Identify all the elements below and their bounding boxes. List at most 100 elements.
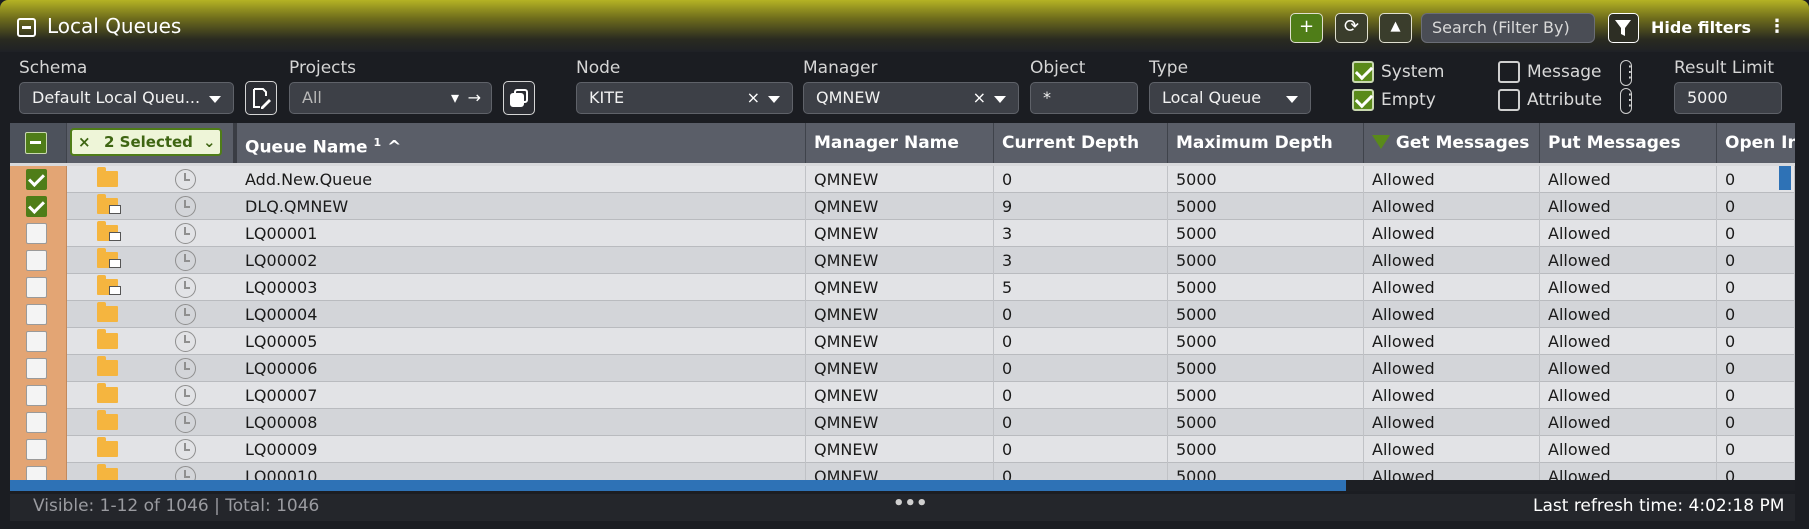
table-cell-get: Allowed (1364, 166, 1540, 193)
table-cell-get: Allowed (1364, 193, 1540, 220)
table-cell-open: 0 (1717, 355, 1795, 382)
result-limit-value: 5000 (1687, 88, 1728, 107)
scrollbar-thumb[interactable] (10, 480, 1346, 491)
collapse-icon[interactable] (17, 18, 36, 37)
row-checkbox[interactable] (26, 223, 47, 244)
add-button[interactable]: + (1290, 13, 1323, 43)
column-header-manager-name[interactable]: Manager Name (806, 123, 994, 163)
row-checkbox[interactable] (26, 358, 47, 379)
attribute-options-icon[interactable] (1620, 88, 1638, 114)
table-row[interactable]: LQ00002 QMNEW 3 5000 Allowed Allowed 0 (10, 247, 1795, 274)
schema-label: Schema (19, 58, 88, 78)
message-checkbox[interactable] (1498, 61, 1520, 83)
table-cell-put: Allowed (1540, 274, 1717, 301)
manager-select[interactable]: QMNEW × (803, 82, 1019, 114)
filter-button[interactable] (1608, 13, 1639, 43)
clock-icon[interactable] (175, 169, 196, 190)
row-checkbox[interactable] (26, 250, 47, 271)
clear-icon[interactable]: × (973, 83, 986, 113)
row-checkbox[interactable] (26, 169, 47, 190)
select-all-checkbox[interactable] (25, 132, 47, 154)
more-dots-icon[interactable]: ••• (893, 493, 928, 514)
message-options-icon[interactable] (1620, 60, 1638, 86)
more-menu-icon[interactable]: ⋮ (1768, 17, 1786, 37)
table-row[interactable]: LQ00003 QMNEW 5 5000 Allowed Allowed 0 (10, 274, 1795, 301)
vertical-scrollbar[interactable] (1779, 166, 1791, 190)
system-label: System (1381, 62, 1445, 82)
table-cell-put: Allowed (1540, 328, 1717, 355)
clock-icon[interactable] (175, 385, 196, 406)
node-select[interactable]: KITE × (576, 82, 793, 114)
table-row[interactable]: LQ00008 QMNEW 0 5000 Allowed Allowed 0 (10, 409, 1795, 436)
refresh-button[interactable]: ⟳ (1335, 13, 1368, 43)
table-row[interactable]: LQ00005 QMNEW 0 5000 Allowed Allowed 0 (10, 328, 1795, 355)
row-select-cell (10, 301, 67, 328)
table-cell-max: 5000 (1168, 274, 1364, 301)
selected-count-dropdown[interactable]: × 2 Selected ⌄ (70, 128, 222, 156)
manager-label: Manager (803, 58, 878, 78)
table-cell-manager: QMNEW (806, 301, 994, 328)
table-row[interactable]: Add.New.Queue QMNEW 0 5000 Allowed Allowed 0 (10, 166, 1795, 193)
attribute-checkbox[interactable] (1498, 89, 1520, 111)
table-cell-name: Add.New.Queue (237, 166, 806, 193)
type-select[interactable]: Local Queue (1149, 82, 1311, 114)
message-label: Message (1527, 62, 1602, 82)
schema-select[interactable]: Default Local Queu... (19, 82, 234, 114)
table-row[interactable]: LQ00009 QMNEW 0 5000 Allowed Allowed 0 (10, 436, 1795, 463)
funnel-icon (1615, 20, 1631, 36)
clock-icon[interactable] (175, 412, 196, 433)
clock-icon[interactable] (175, 223, 196, 244)
horizontal-scrollbar[interactable] (10, 480, 1795, 491)
table-row[interactable]: DLQ.QMNEW QMNEW 9 5000 Allowed Allowed 0 (10, 193, 1795, 220)
clock-icon[interactable] (175, 196, 196, 217)
object-input[interactable]: * (1030, 82, 1138, 114)
column-header-put-messages[interactable]: Put Messages (1540, 123, 1717, 163)
column-label: Open Inp (1725, 133, 1795, 153)
sort-toggle-button[interactable]: ▲ (1379, 13, 1412, 43)
table-cell-depth: 0 (994, 355, 1168, 382)
chevron-down-icon (994, 96, 1006, 103)
table-cell-depth: 9 (994, 193, 1168, 220)
clear-selection-icon[interactable]: × (78, 130, 91, 154)
clock-icon[interactable] (175, 331, 196, 352)
clock-icon[interactable] (175, 250, 196, 271)
edit-schema-button[interactable] (245, 81, 277, 115)
table-row[interactable]: LQ00006 QMNEW 0 5000 Allowed Allowed 0 (10, 355, 1795, 382)
search-input[interactable]: Search (Filter By) (1421, 13, 1595, 43)
table-cell-get: Allowed (1364, 409, 1540, 436)
row-checkbox[interactable] (26, 331, 47, 352)
minus-icon (30, 141, 41, 144)
column-header-open-input[interactable]: Open Inp (1717, 123, 1795, 163)
clock-icon[interactable] (175, 358, 196, 379)
row-select-cell (10, 220, 67, 247)
row-checkbox[interactable] (26, 412, 47, 433)
column-header-queue-name[interactable]: Queue Name 1 ^ (237, 123, 806, 163)
table-row[interactable]: LQ00001 QMNEW 3 5000 Allowed Allowed 0 (10, 220, 1795, 247)
hide-filters-link[interactable]: Hide filters (1651, 18, 1751, 37)
table-cell-name: LQ00007 (237, 382, 806, 409)
empty-checkbox[interactable] (1352, 89, 1374, 111)
clock-icon[interactable] (175, 304, 196, 325)
table-cell-manager: QMNEW (806, 436, 994, 463)
result-limit-input[interactable]: 5000 (1674, 82, 1782, 114)
row-checkbox[interactable] (26, 439, 47, 460)
table-cell-manager: QMNEW (806, 382, 994, 409)
row-checkbox[interactable] (26, 304, 47, 325)
table-row[interactable]: LQ00007 QMNEW 0 5000 Allowed Allowed 0 (10, 382, 1795, 409)
row-select-cell (10, 274, 67, 301)
clock-icon[interactable] (175, 277, 196, 298)
system-checkbox[interactable] (1352, 61, 1374, 83)
clock-icon[interactable] (175, 439, 196, 460)
table-row[interactable]: LQ00004 QMNEW 0 5000 Allowed Allowed 0 (10, 301, 1795, 328)
column-header-maximum-depth[interactable]: Maximum Depth (1168, 123, 1364, 163)
queue-folder-icon (97, 329, 118, 349)
row-select-cell (10, 436, 67, 463)
copy-button[interactable] (503, 81, 535, 115)
column-header-current-depth[interactable]: Current Depth (994, 123, 1168, 163)
projects-select[interactable]: All ▾ → (289, 82, 492, 114)
row-checkbox[interactable] (26, 196, 47, 217)
column-header-get-messages[interactable]: Get Messages (1364, 123, 1540, 163)
row-checkbox[interactable] (26, 385, 47, 406)
clear-icon[interactable]: × (747, 83, 760, 113)
row-checkbox[interactable] (26, 277, 47, 298)
